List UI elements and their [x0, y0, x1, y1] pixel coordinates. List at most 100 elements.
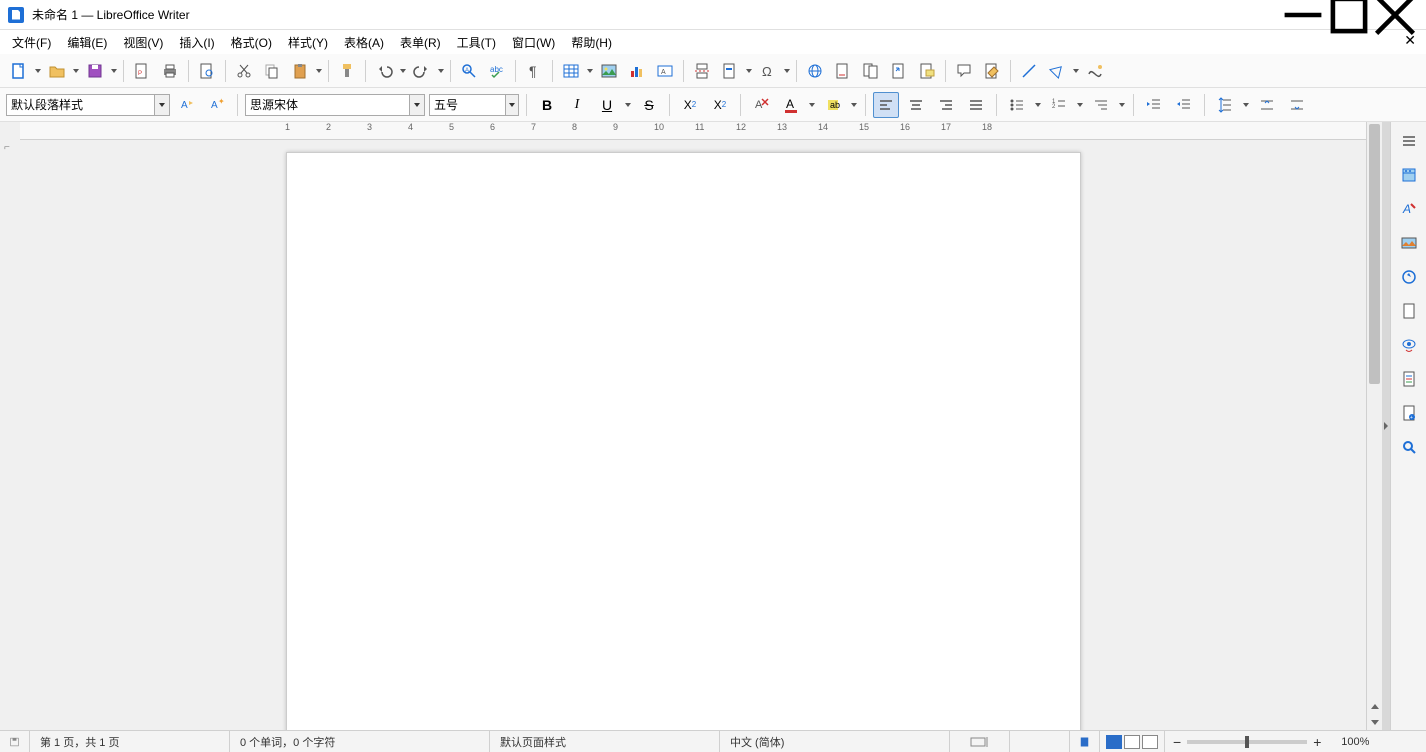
highlight-button[interactable]: ab [820, 92, 846, 118]
paste-button[interactable] [287, 58, 313, 84]
insert-bookmark-button[interactable] [858, 58, 884, 84]
scrollbar-thumb[interactable] [1369, 124, 1380, 384]
line-spacing-dropdown[interactable] [1242, 103, 1250, 107]
print-preview-button[interactable] [194, 58, 220, 84]
numbered-dropdown[interactable] [1076, 103, 1084, 107]
decrease-spacing-button[interactable] [1284, 92, 1310, 118]
zoom-slider[interactable] [1187, 740, 1307, 744]
redo-dropdown[interactable] [437, 69, 445, 73]
redo-button[interactable] [409, 58, 435, 84]
sidebar-manage-changes-icon[interactable] [1396, 366, 1422, 392]
insert-hyperlink-button[interactable] [802, 58, 828, 84]
horizontal-ruler[interactable]: 123456789101112131415161718 [20, 122, 1366, 140]
sidebar-collapse-handle[interactable] [1382, 122, 1390, 730]
sidebar-gallery-icon[interactable] [1396, 230, 1422, 256]
insert-line-button[interactable] [1016, 58, 1042, 84]
align-justify-button[interactable] [963, 92, 989, 118]
menu-form[interactable]: 表单(R) [392, 32, 449, 53]
menu-format[interactable]: 格式(O) [223, 32, 280, 53]
save-dropdown[interactable] [110, 69, 118, 73]
insert-footnote-button[interactable] [830, 58, 856, 84]
zoom-out-button[interactable]: − [1173, 734, 1181, 750]
insert-page-break-button[interactable] [689, 58, 715, 84]
cut-button[interactable] [231, 58, 257, 84]
print-button[interactable] [157, 58, 183, 84]
open-button[interactable] [44, 58, 70, 84]
table-dropdown[interactable] [586, 69, 594, 73]
menu-edit[interactable]: 编辑(E) [59, 32, 115, 53]
font-size-dropdown[interactable] [505, 95, 518, 115]
sidebar-menu-icon[interactable] [1396, 128, 1422, 154]
shapes-dropdown[interactable] [1072, 69, 1080, 73]
save-status-icon[interactable] [0, 731, 30, 752]
new-button[interactable] [6, 58, 32, 84]
font-name-combo[interactable] [245, 94, 425, 116]
close-button[interactable] [1372, 0, 1418, 30]
paragraph-style-dropdown[interactable] [154, 95, 169, 115]
superscript-button[interactable]: X2 [677, 92, 703, 118]
insert-comment-button[interactable] [914, 58, 940, 84]
font-color-dropdown[interactable] [808, 103, 816, 107]
update-style-button[interactable]: A [174, 92, 200, 118]
save-button[interactable] [82, 58, 108, 84]
sidebar-styles-icon[interactable]: A [1396, 196, 1422, 222]
view-single-page[interactable] [1106, 735, 1122, 749]
underline-dropdown[interactable] [624, 103, 632, 107]
symbol-dropdown[interactable] [783, 69, 791, 73]
insert-image-button[interactable] [596, 58, 622, 84]
underline-button[interactable]: U [594, 92, 620, 118]
insert-field-button[interactable] [717, 58, 743, 84]
increase-spacing-button[interactable] [1254, 92, 1280, 118]
menu-window[interactable]: 窗口(W) [504, 32, 563, 53]
clone-formatting-button[interactable] [334, 58, 360, 84]
insert-cross-reference-button[interactable] [886, 58, 912, 84]
scroll-down-button[interactable] [1367, 714, 1382, 730]
insert-chart-button[interactable] [624, 58, 650, 84]
menu-help[interactable]: 帮助(H) [563, 32, 620, 53]
insert-symbol-button[interactable]: Ω [755, 58, 781, 84]
outline-button[interactable] [1088, 92, 1114, 118]
sidebar-properties-icon[interactable] [1396, 162, 1422, 188]
menu-styles[interactable]: 样式(Y) [280, 32, 336, 53]
view-book[interactable] [1142, 735, 1158, 749]
font-size-combo[interactable] [429, 94, 519, 116]
font-color-button[interactable]: A [778, 92, 804, 118]
document-close-button[interactable]: ✕ [1404, 32, 1416, 49]
bold-button[interactable]: B [534, 92, 560, 118]
sidebar-accessibility-icon[interactable]: + [1396, 400, 1422, 426]
zoom-in-button[interactable]: + [1313, 734, 1321, 750]
maximize-button[interactable] [1326, 0, 1372, 30]
basic-shapes-button[interactable] [1044, 58, 1070, 84]
sidebar-navigator-icon[interactable] [1396, 264, 1422, 290]
draw-functions-button[interactable] [1082, 58, 1108, 84]
signature-status[interactable] [1070, 731, 1100, 752]
field-dropdown[interactable] [745, 69, 753, 73]
outline-dropdown[interactable] [1118, 103, 1126, 107]
scroll-up-button[interactable] [1367, 698, 1382, 714]
formatting-marks-button[interactable]: ¶ [521, 58, 547, 84]
track-changes-button[interactable] [979, 58, 1005, 84]
open-dropdown[interactable] [72, 69, 80, 73]
numbered-list-button[interactable]: 12 [1046, 92, 1072, 118]
spellcheck-button[interactable]: abc [484, 58, 510, 84]
bullet-dropdown[interactable] [1034, 103, 1042, 107]
decrease-indent-button[interactable] [1171, 92, 1197, 118]
new-dropdown[interactable] [34, 69, 42, 73]
page-count[interactable]: 第 1 页，共 1 页 [30, 731, 230, 752]
selection-mode[interactable] [1010, 731, 1070, 752]
strikethrough-button[interactable]: S [636, 92, 662, 118]
page-style[interactable]: 默认页面样式 [490, 731, 720, 752]
vertical-scrollbar[interactable] [1366, 122, 1382, 730]
document-page[interactable] [286, 152, 1081, 730]
word-count[interactable]: 0 个单词，0 个字符 [230, 731, 490, 752]
paste-dropdown[interactable] [315, 69, 323, 73]
italic-button[interactable]: I [564, 92, 590, 118]
new-style-button[interactable]: A✦ [204, 92, 230, 118]
copy-button[interactable] [259, 58, 285, 84]
increase-indent-button[interactable] [1141, 92, 1167, 118]
bullet-list-button[interactable] [1004, 92, 1030, 118]
undo-button[interactable] [371, 58, 397, 84]
paragraph-style-input[interactable] [7, 98, 154, 112]
sidebar-find-icon[interactable] [1396, 434, 1422, 460]
paragraph-style-combo[interactable] [6, 94, 170, 116]
